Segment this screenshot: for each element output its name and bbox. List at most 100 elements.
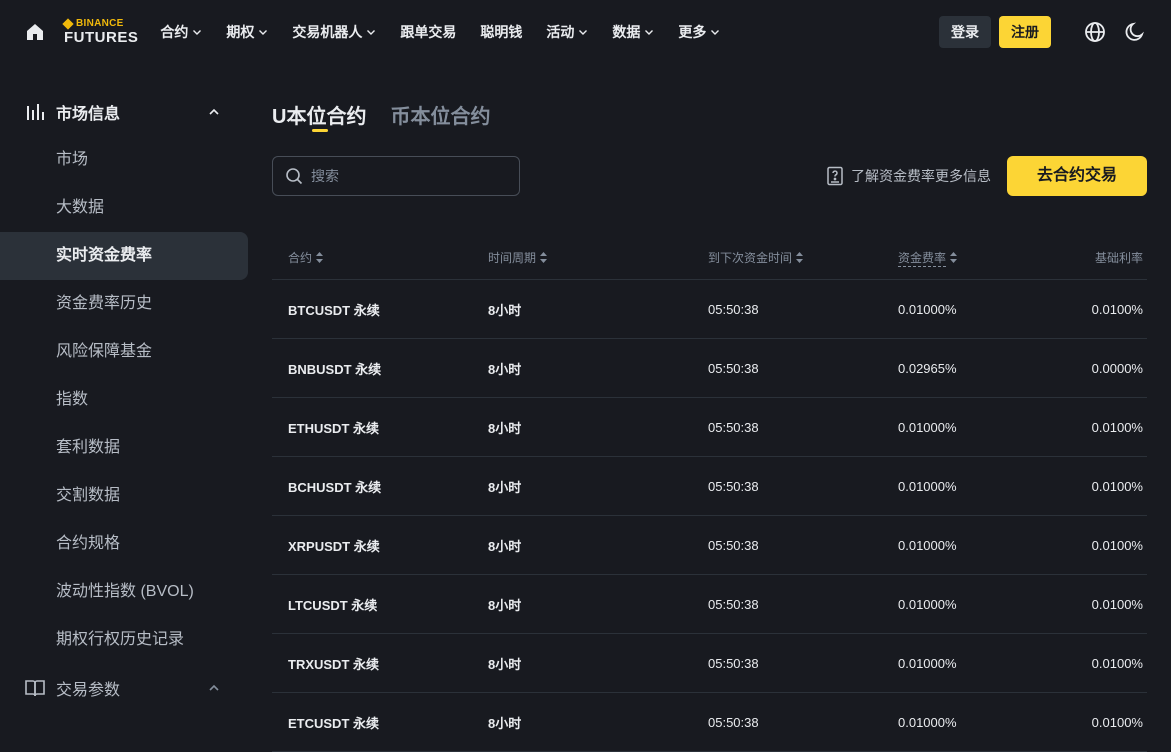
- sidebar-item-0[interactable]: 市场: [0, 136, 248, 184]
- table-header: 合约 时间周期 到下次资金时间 资金费率 基础利率: [272, 236, 1147, 280]
- table-cell: 0.0100%: [1091, 655, 1143, 671]
- sidebar-item-8[interactable]: 合约规格: [0, 520, 248, 568]
- column-header-0[interactable]: 合约: [272, 249, 488, 266]
- table-cell: 8小时: [488, 361, 522, 377]
- main-content: U本位合约 币本位合约 了解资金费率更多信息 去合约交易 合约时间周期到下次资金…: [272, 88, 1147, 752]
- tab-usdm[interactable]: U本位合约: [272, 88, 366, 132]
- chevron-down-icon: [367, 30, 376, 35]
- table-cell: 05:50:38: [708, 478, 759, 494]
- table-row[interactable]: BCHUSDT 永续 8小时 05:50:38 0.01000% 0.0100%: [272, 457, 1147, 516]
- table-cell: 0.01000%: [898, 537, 957, 553]
- search-box[interactable]: [272, 156, 520, 196]
- column-header-2[interactable]: 到下次资金时间: [708, 249, 898, 266]
- search-input[interactable]: [311, 168, 501, 184]
- table-cell: 0.0100%: [1091, 714, 1143, 730]
- table-row[interactable]: LTCUSDT 永续 8小时 05:50:38 0.01000% 0.0100%: [272, 575, 1147, 634]
- sort-icon: [796, 252, 804, 263]
- table-cell: 05:50:38: [708, 301, 759, 317]
- table-cell: 8小时: [488, 479, 522, 495]
- moon-icon[interactable]: [1123, 20, 1147, 44]
- table-cell: 0.0100%: [1091, 419, 1143, 435]
- table-cell: 05:50:38: [708, 655, 759, 671]
- chevron-up-icon: [209, 108, 219, 115]
- table-cell: TRXUSDT 永续: [288, 656, 380, 672]
- table-cell: XRPUSDT 永续: [288, 538, 380, 554]
- table-cell: 8小时: [488, 656, 522, 672]
- nav-item-3[interactable]: 跟单交易: [400, 22, 456, 42]
- question-doc-icon: [827, 166, 843, 186]
- main-nav: 合约 期权 交易机器人 跟单交易 聪明钱 活动 数据 更多: [160, 22, 744, 42]
- login-button[interactable]: 登录: [939, 16, 991, 48]
- sidebar-item-3[interactable]: 资金费率历史: [0, 280, 248, 328]
- nav-item-0[interactable]: 合约: [160, 22, 202, 42]
- globe-icon[interactable]: [1083, 20, 1107, 44]
- nav-item-1[interactable]: 期权: [226, 22, 268, 42]
- sidebar: 市场信息 市场 大数据 实时资金费率 资金费率历史 风险保障基金 指数 套利数据 交割数据 合约…: [0, 88, 248, 712]
- sidebar-item-1[interactable]: 大数据: [0, 184, 248, 232]
- column-header-1[interactable]: 时间周期: [488, 249, 708, 266]
- sidebar-item-5[interactable]: 指数: [0, 376, 248, 424]
- column-header-3[interactable]: 资金费率: [898, 249, 1088, 267]
- sort-icon: [950, 252, 958, 263]
- nav-item-4[interactable]: 聪明钱: [480, 22, 522, 42]
- sidebar-item-10[interactable]: 期权行权历史记录: [0, 616, 248, 664]
- table-cell: 0.0100%: [1091, 537, 1143, 553]
- funding-rate-table: 合约 时间周期 到下次资金时间 资金费率 基础利率 BTCUSDT 永续 8小时 05:50…: [272, 236, 1147, 752]
- funding-info-link[interactable]: 了解资金费率更多信息: [825, 166, 991, 186]
- sidebar-item-2[interactable]: 实时资金费率: [0, 232, 248, 280]
- sidebar-item-7[interactable]: 交割数据: [0, 472, 248, 520]
- contract-tabs: U本位合约 币本位合约: [272, 88, 1147, 136]
- table-row[interactable]: TRXUSDT 永续 8小时 05:50:38 0.01000% 0.0100%: [272, 634, 1147, 693]
- table-cell: 8小时: [488, 538, 522, 554]
- table-row[interactable]: ETHUSDT 永续 8小时 05:50:38 0.01000% 0.0100%: [272, 398, 1147, 457]
- table-cell: 0.01000%: [898, 714, 957, 730]
- table-cell: 05:50:38: [708, 360, 759, 376]
- table-cell: ETHUSDT 永续: [288, 420, 380, 436]
- table-row[interactable]: BTCUSDT 永续 8小时 05:50:38 0.01000% 0.0100%: [272, 280, 1147, 339]
- binance-futures-logo[interactable]: BINANCE FUTURES: [62, 18, 138, 45]
- sidebar-section-trading-params[interactable]: 交易参数: [0, 664, 248, 712]
- nav-item-5[interactable]: 活动: [546, 22, 588, 42]
- chevron-down-icon: [579, 30, 588, 35]
- table-cell: ETCUSDT 永续: [288, 715, 380, 731]
- chevron-up-icon: [209, 684, 219, 691]
- home-icon[interactable]: [24, 21, 46, 43]
- sidebar-item-6[interactable]: 套利数据: [0, 424, 248, 472]
- nav-item-6[interactable]: 数据: [612, 22, 654, 42]
- table-cell: 0.01000%: [898, 478, 957, 494]
- sidebar-item-4[interactable]: 风险保障基金: [0, 328, 248, 376]
- table-cell: LTCUSDT 永续: [288, 597, 378, 613]
- table-cell: 0.0100%: [1091, 596, 1143, 612]
- bar-chart-icon: [24, 101, 46, 123]
- tab-coinm[interactable]: 币本位合约: [390, 88, 490, 129]
- table-cell: 0.02965%: [898, 360, 957, 376]
- nav-item-7[interactable]: 更多: [678, 22, 720, 42]
- go-to-futures-trade-button[interactable]: 去合约交易: [1006, 156, 1147, 196]
- table-cell: 0.01000%: [898, 596, 957, 612]
- table-cell: 0.01000%: [898, 655, 957, 671]
- table-cell: 8小时: [488, 420, 522, 436]
- table-cell: 0.0000%: [1091, 360, 1143, 376]
- table-cell: 05:50:38: [708, 714, 759, 730]
- search-icon: [286, 168, 303, 185]
- table-cell: BTCUSDT 永续: [288, 302, 380, 318]
- column-header-4: 基础利率: [1094, 251, 1143, 265]
- sidebar-item-9[interactable]: 波动性指数 (BVOL): [0, 568, 248, 616]
- chevron-down-icon: [711, 30, 720, 35]
- chevron-down-icon: [259, 30, 268, 35]
- table-cell: 8小时: [488, 715, 522, 731]
- chevron-down-icon: [645, 30, 654, 35]
- table-cell: 05:50:38: [708, 537, 759, 553]
- table-cell: 05:50:38: [708, 419, 759, 435]
- chevron-down-icon: [193, 30, 202, 35]
- nav-item-2[interactable]: 交易机器人: [292, 22, 376, 42]
- table-cell: 0.0100%: [1091, 301, 1143, 317]
- table-cell: 8小时: [488, 597, 522, 613]
- table-cell: BNBUSDT 永续: [288, 361, 382, 377]
- table-cell: 8小时: [488, 302, 522, 318]
- sort-icon: [316, 252, 324, 263]
- table-row[interactable]: XRPUSDT 永续 8小时 05:50:38 0.01000% 0.0100%: [272, 516, 1147, 575]
- sidebar-section-market-info[interactable]: 市场信息: [0, 88, 248, 136]
- table-row[interactable]: BNBUSDT 永续 8小时 05:50:38 0.02965% 0.0000%: [272, 339, 1147, 398]
- register-button[interactable]: 注册: [999, 16, 1051, 48]
